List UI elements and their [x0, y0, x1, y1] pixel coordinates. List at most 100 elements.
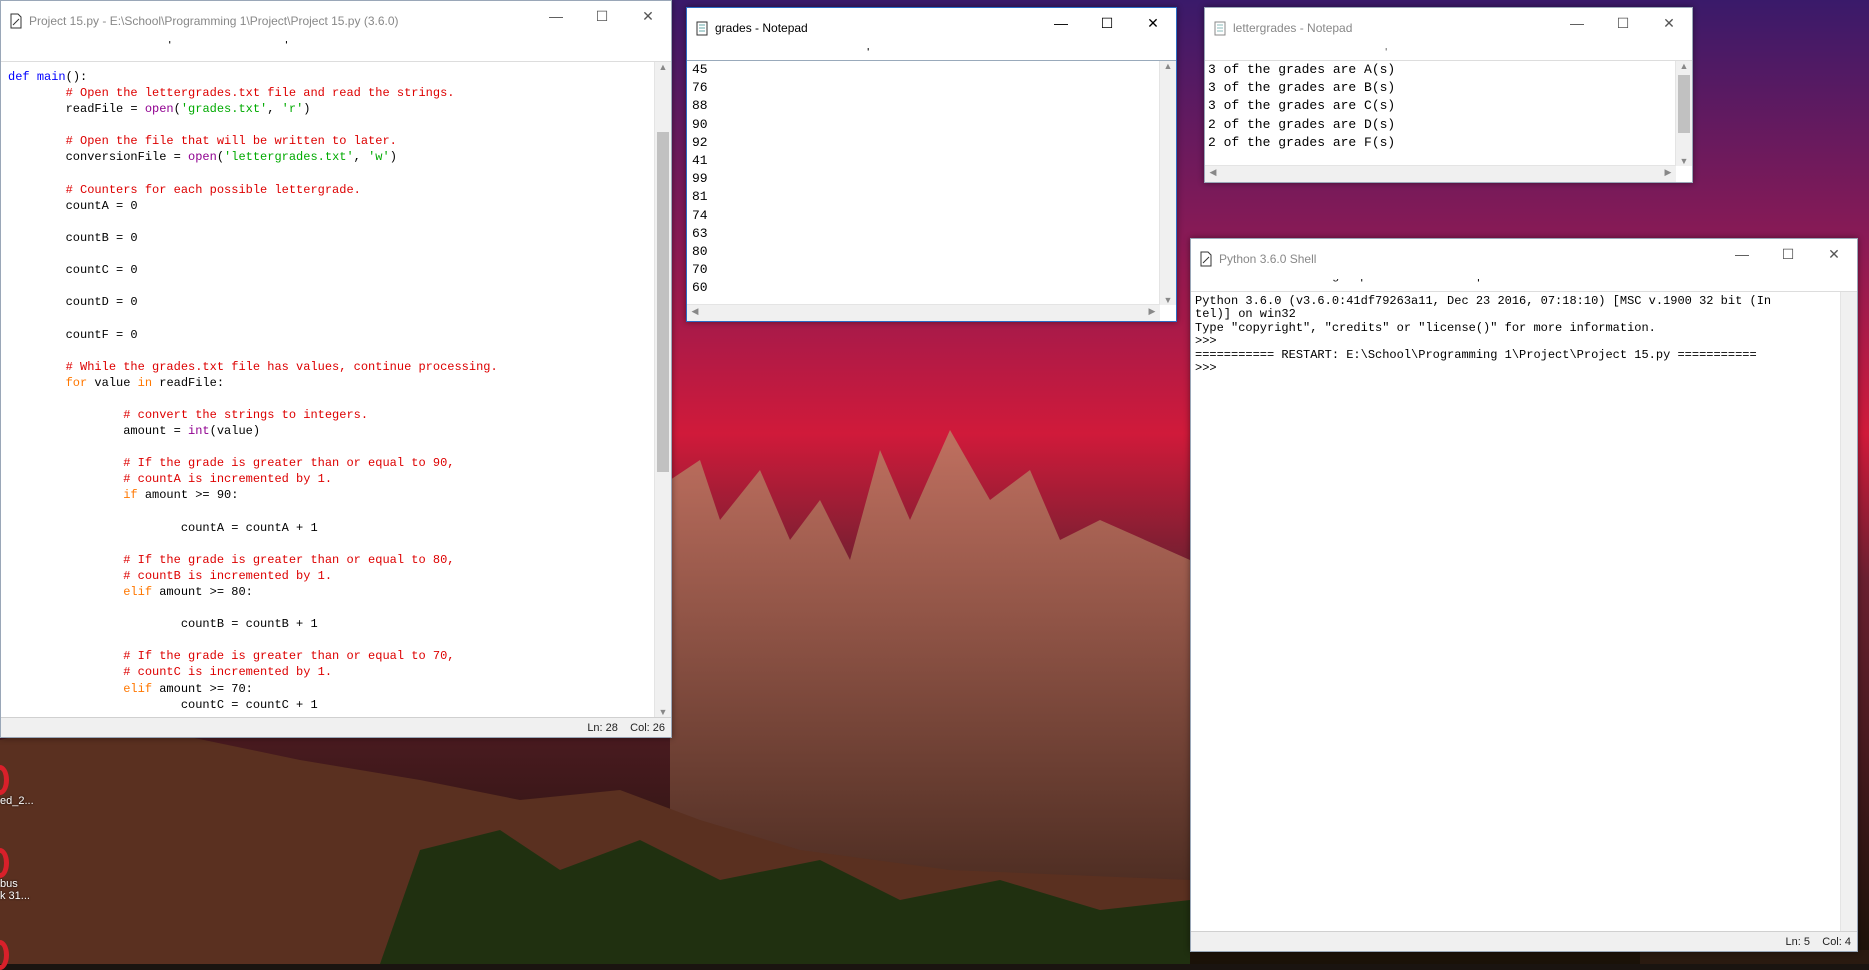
code-token: countA = 0	[8, 198, 138, 213]
code-line[interactable]	[8, 439, 671, 455]
notepad-text-area[interactable]: 3 of the grades are A(s) 3 of the grades …	[1205, 60, 1692, 182]
desktop-shortcut-icon[interactable]	[0, 940, 40, 970]
code-line[interactable]: # While the grades.txt file has values, …	[8, 359, 671, 375]
maximize-icon[interactable]: ☐	[1600, 8, 1646, 38]
scrollbar-thumb[interactable]	[1678, 75, 1690, 133]
code-line[interactable]: countD = 0	[8, 294, 671, 310]
maximize-icon[interactable]: ☐	[1084, 8, 1130, 38]
code-line[interactable]	[8, 246, 671, 262]
code-line[interactable]: # countC is incremented by 1.	[8, 664, 671, 680]
notepad-titlebar[interactable]: grades - Notepad — ☐ ✕	[687, 8, 1176, 48]
idle-editor-window[interactable]: Project 15.py - E:\School\Programming 1\…	[0, 0, 672, 738]
shell-text[interactable]: Python 3.6.0 (v3.6.0:41df79263a11, Dec 2…	[1191, 292, 1857, 375]
code-line[interactable]: readFile = open('grades.txt', 'r')	[8, 101, 671, 117]
code-line[interactable]	[8, 166, 671, 182]
code-line[interactable]	[8, 214, 671, 230]
code-line[interactable]: countA = 0	[8, 198, 671, 214]
python-shell-window[interactable]: Python 3.6.0 Shell — ☐ ✕ File Edit Shell…	[1190, 238, 1858, 952]
code-line[interactable]: countA = countA + 1	[8, 520, 671, 536]
code-line[interactable]: # countB is incremented by 1.	[8, 568, 671, 584]
code-line[interactable]	[8, 632, 671, 648]
maximize-icon[interactable]: ☐	[1765, 239, 1811, 269]
desktop-shortcut-icon[interactable]: ed_2...	[0, 765, 40, 807]
horizontal-scrollbar[interactable]: ◀ ▶	[1205, 165, 1676, 182]
code-line[interactable]: countB = 0	[8, 230, 671, 246]
code-line[interactable]: elif amount >= 80:	[8, 584, 671, 600]
code-token: # convert the strings to integers.	[123, 407, 369, 422]
code-line[interactable]: countC = countC + 1	[8, 697, 671, 713]
scroll-down-icon[interactable]: ▼	[1676, 156, 1692, 166]
vertical-scrollbar[interactable]: ▲ ▼	[654, 62, 671, 717]
notepad-text[interactable]: 3 of the grades are A(s) 3 of the grades …	[1205, 61, 1692, 152]
code-line[interactable]	[8, 343, 671, 359]
code-line[interactable]: # Open the lettergrades.txt file and rea…	[8, 85, 671, 101]
code-text[interactable]: def main(): # Open the lettergrades.txt …	[1, 62, 671, 713]
code-line[interactable]: countB = countB + 1	[8, 616, 671, 632]
code-line[interactable]: if amount >= 90:	[8, 487, 671, 503]
minimize-icon[interactable]: —	[533, 1, 579, 31]
code-editor[interactable]: def main(): # Open the lettergrades.txt …	[1, 61, 671, 717]
scroll-right-icon[interactable]: ▶	[1660, 167, 1676, 178]
shell-output[interactable]: Python 3.6.0 (v3.6.0:41df79263a11, Dec 2…	[1191, 291, 1857, 931]
code-line[interactable]	[8, 278, 671, 294]
notepad-titlebar[interactable]: lettergrades - Notepad — ☐ ✕	[1205, 8, 1692, 48]
scrollbar-thumb[interactable]	[657, 132, 669, 472]
notepad-text-area[interactable]: 45 76 88 90 92 41 99 81 74 63 80 70 60 ▲ ▼ ◀ ▶	[687, 60, 1176, 321]
close-icon[interactable]: ✕	[1130, 8, 1176, 38]
code-line[interactable]	[8, 536, 671, 552]
code-line[interactable]: # Open the file that will be written to …	[8, 133, 671, 149]
code-line[interactable]	[8, 310, 671, 326]
close-icon[interactable]: ✕	[625, 1, 671, 31]
code-line[interactable]: conversionFile = open('lettergrades.txt'…	[8, 149, 671, 165]
close-icon[interactable]: ✕	[1811, 239, 1857, 269]
scroll-right-icon[interactable]: ▶	[1144, 306, 1160, 317]
code-token: countF = 0	[8, 327, 138, 342]
horizontal-scrollbar[interactable]: ◀ ▶	[687, 304, 1160, 321]
code-token: # countC is incremented by 1.	[123, 665, 333, 680]
code-line[interactable]: # If the grade is greater than or equal …	[8, 455, 671, 471]
text-line: 76	[692, 80, 708, 96]
code-line[interactable]: countC = 0	[8, 262, 671, 278]
code-line[interactable]: # If the grade is greater than or equal …	[8, 552, 671, 568]
scroll-down-icon[interactable]: ▼	[1160, 295, 1176, 305]
opera-icon	[0, 940, 9, 970]
code-line[interactable]	[8, 600, 671, 616]
notepad-text[interactable]: 45 76 88 90 92 41 99 81 74 63 80 70 60	[687, 61, 1176, 297]
scroll-up-icon[interactable]: ▲	[1676, 61, 1692, 71]
code-line[interactable]: countF = 0	[8, 327, 671, 343]
vertical-scrollbar[interactable]	[1840, 292, 1857, 931]
code-line[interactable]	[8, 391, 671, 407]
desktop-shortcut-icon[interactable]: bus k 31...	[0, 848, 40, 902]
vertical-scrollbar[interactable]: ▲ ▼	[1675, 61, 1692, 166]
text-line: Python 3.6.0 (v3.6.0:41df79263a11, Dec 2…	[1195, 294, 1772, 308]
idle-editor-titlebar[interactable]: Project 15.py - E:\School\Programming 1\…	[1, 1, 671, 41]
code-line[interactable]: # If the grade is greater than or equal …	[8, 648, 671, 664]
code-line[interactable]: def main():	[8, 69, 671, 85]
scroll-down-icon[interactable]: ▼	[655, 707, 671, 717]
code-line[interactable]: elif amount >= 70:	[8, 681, 671, 697]
scroll-left-icon[interactable]: ◀	[1205, 167, 1221, 178]
code-token: amount >= 70:	[152, 681, 253, 696]
lettergrades-notepad-window[interactable]: lettergrades - Notepad — ☐ ✕ File Edit F…	[1204, 7, 1693, 183]
maximize-icon[interactable]: ☐	[579, 1, 625, 31]
code-line[interactable]: amount = int(value)	[8, 423, 671, 439]
code-line[interactable]: # Counters for each possible lettergrade…	[8, 182, 671, 198]
code-line[interactable]: for value in readFile:	[8, 375, 671, 391]
code-line[interactable]: # convert the strings to integers.	[8, 407, 671, 423]
minimize-icon[interactable]: —	[1038, 8, 1084, 38]
code-token: open	[144, 102, 174, 117]
shell-titlebar[interactable]: Python 3.6.0 Shell — ☐ ✕	[1191, 239, 1857, 279]
scroll-up-icon[interactable]: ▲	[655, 62, 671, 72]
scroll-up-icon[interactable]: ▲	[1160, 61, 1176, 71]
minimize-icon[interactable]: —	[1719, 239, 1765, 269]
code-line[interactable]: # countA is incremented by 1.	[8, 471, 671, 487]
grades-notepad-window[interactable]: grades - Notepad — ☐ ✕ File Edit Format …	[686, 7, 1177, 322]
scroll-left-icon[interactable]: ◀	[687, 306, 703, 317]
code-line[interactable]	[8, 117, 671, 133]
close-icon[interactable]: ✕	[1646, 8, 1692, 38]
minimize-icon[interactable]: —	[1554, 8, 1600, 38]
code-line[interactable]	[8, 504, 671, 520]
vertical-scrollbar[interactable]: ▲ ▼	[1159, 61, 1176, 305]
